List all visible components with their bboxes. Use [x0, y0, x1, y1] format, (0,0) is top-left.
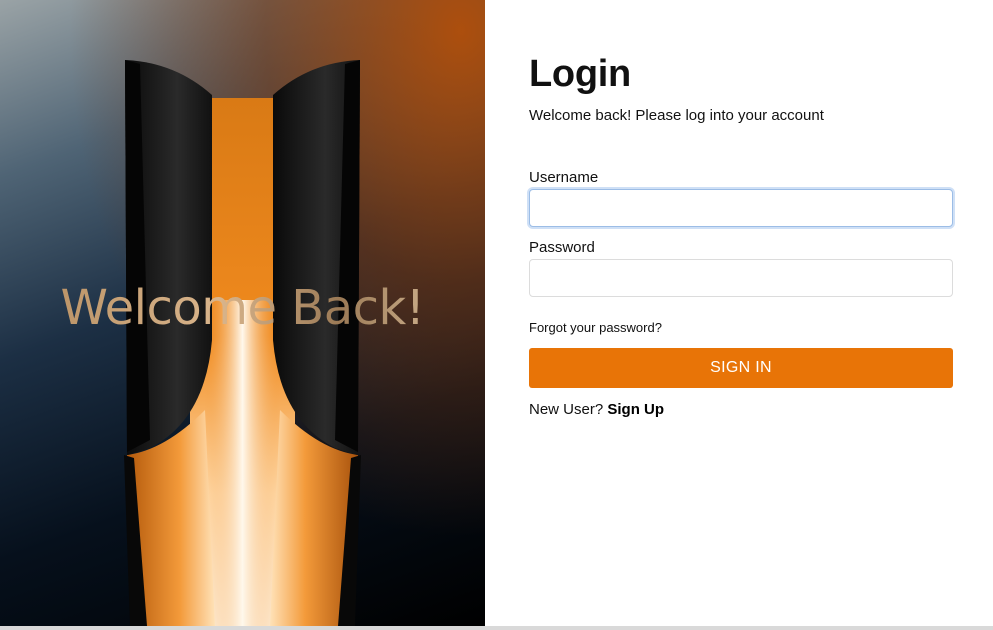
sign-in-button[interactable]: SIGN IN: [529, 348, 953, 388]
bottom-divider: [0, 626, 993, 630]
new-user-row: New User? Sign Up: [529, 401, 953, 418]
login-form: Login Welcome back! Please log into your…: [529, 50, 953, 418]
new-user-text: New User?: [529, 401, 604, 418]
hero-title: Welcome Back!: [0, 280, 485, 336]
login-subtitle: Welcome back! Please log into your accou…: [529, 107, 824, 124]
password-label: Password: [529, 239, 595, 256]
hero-panel: Welcome Back!: [0, 0, 485, 626]
forgot-password-link[interactable]: Forgot your password?: [529, 320, 662, 335]
sign-up-link[interactable]: Sign Up: [607, 401, 664, 418]
username-field[interactable]: [529, 189, 953, 227]
username-label: Username: [529, 169, 599, 186]
page-title: Login: [529, 53, 631, 95]
password-field[interactable]: [529, 259, 953, 297]
